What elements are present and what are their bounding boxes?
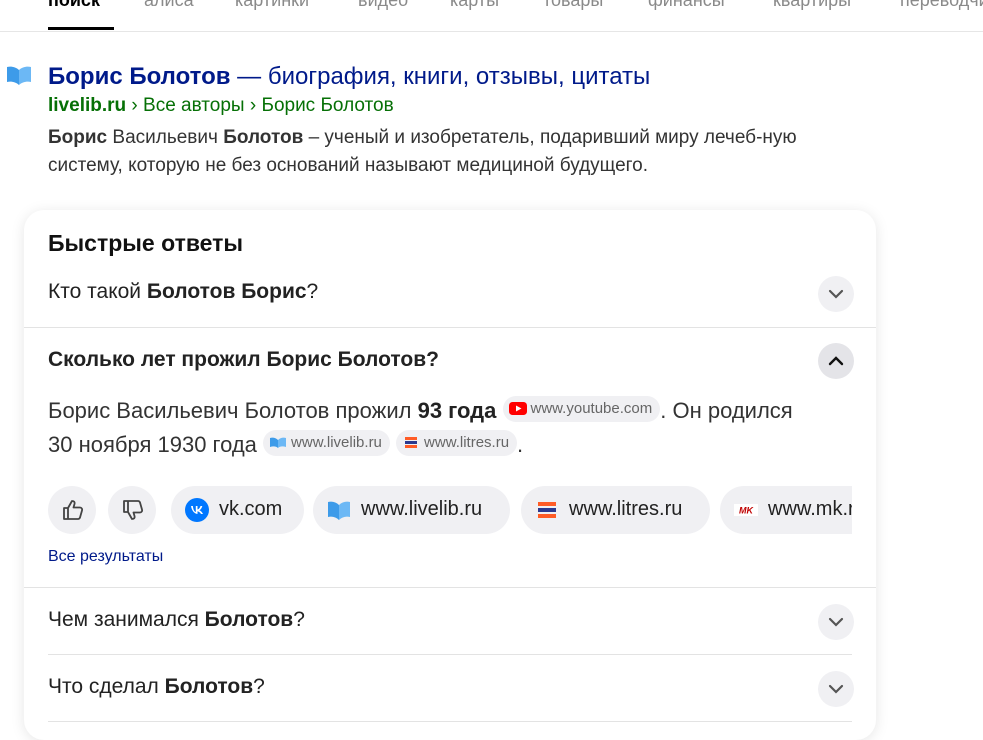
snippet-bold: Болотов <box>223 127 304 148</box>
tab-alice[interactable]: алиса <box>144 0 194 11</box>
livelib-favicon-icon <box>7 66 31 85</box>
chevron-down-icon <box>828 684 844 694</box>
chevron-down-icon <box>828 617 844 627</box>
source-chip-litres[interactable]: www.litres.ru <box>396 430 518 457</box>
expand-chevron-button[interactable] <box>818 276 854 312</box>
answer-part: Борис Васильевич Болотов прожил <box>48 398 418 423</box>
question-suffix: ? <box>306 280 319 303</box>
thumbs-down-icon <box>123 500 144 520</box>
question-what-did-he-do[interactable]: Чем занимался Болотов? <box>48 608 305 632</box>
livelib-icon <box>328 501 350 520</box>
chevron-up-icon <box>828 356 844 366</box>
source-pill-label: www.mk.ru <box>768 498 852 520</box>
result-snippet: Борис Васильевич Болотов – ученый и изоб… <box>48 124 848 180</box>
expand-chevron-button[interactable] <box>818 604 854 640</box>
crumb-author[interactable]: Борис Болотов <box>261 95 393 116</box>
question-bold: Болотов Борис <box>146 280 307 303</box>
question-text: Кто такой <box>48 280 147 303</box>
thumbs-up-icon <box>63 500 84 520</box>
source-chip-label: www.livelib.ru <box>291 434 382 452</box>
answer-text: Борис Васильевич Болотов прожил 93 года … <box>48 394 808 462</box>
svg-text:MK: MK <box>739 506 754 516</box>
livelib-icon <box>270 437 287 448</box>
crumb-separator: › <box>126 95 144 116</box>
question-how-long-lived[interactable]: Сколько лет прожил Борис Болотов? <box>48 348 439 372</box>
like-button[interactable] <box>48 486 96 534</box>
source-pill-livelib[interactable]: www.livelib.ru <box>313 486 510 534</box>
crumb-all-authors[interactable]: Все авторы <box>143 95 245 116</box>
question-text: Чем занимался <box>48 608 205 631</box>
answer-part: . <box>517 432 524 457</box>
question-text: Что сделал <box>48 675 165 698</box>
snippet-text: Васильевич <box>107 127 224 148</box>
tab-maps[interactable]: карты <box>450 0 499 11</box>
quick-answers-card: Быстрые ответы Кто такой Болотов Борис? … <box>24 210 876 740</box>
source-pill-mk[interactable]: MK www.mk.ru <box>720 486 852 534</box>
divider <box>48 654 852 655</box>
source-chip-label: www.youtube.com <box>530 400 653 418</box>
chevron-down-icon <box>828 289 844 299</box>
tab-realty[interactable]: квартиры <box>773 0 851 11</box>
source-pill-litres[interactable]: www.litres.ru <box>521 486 710 534</box>
quick-answers-title: Быстрые ответы <box>48 230 244 256</box>
question-bold: Болотов <box>204 608 294 631</box>
mk-logo-icon: MK <box>734 504 758 516</box>
source-pill-vk[interactable]: vk.com <box>171 486 304 534</box>
result-breadcrumb: livelib.ru › Все авторы › Борис Болотов <box>48 95 394 117</box>
result-title-rest: — биография, книги, отзывы, цитаты <box>230 63 651 90</box>
search-tabs: поиск алиса картинки видео карты товары … <box>0 0 983 32</box>
vk-icon <box>185 498 209 522</box>
answer-bold: 93 года <box>417 398 497 423</box>
source-pill-label: www.livelib.ru <box>361 498 483 520</box>
result-host-link[interactable]: livelib.ru <box>48 95 126 116</box>
all-results-link[interactable]: Все результаты <box>48 548 163 566</box>
question-what-made[interactable]: Что сделал Болотов? <box>48 675 265 699</box>
source-chip-livelib[interactable]: www.livelib.ru <box>263 430 390 457</box>
source-pill-label: www.litres.ru <box>569 498 683 520</box>
tab-finance[interactable]: финансы <box>648 0 725 11</box>
youtube-icon <box>508 401 527 415</box>
result-title-link[interactable]: Борис Болотов — биография, книги, отзывы… <box>48 63 650 91</box>
question-suffix: ? <box>293 608 305 631</box>
divider <box>24 327 876 328</box>
litres-icon <box>538 502 556 518</box>
source-pill-label: vk.com <box>219 498 283 520</box>
collapse-chevron-button[interactable] <box>818 343 854 379</box>
tab-video[interactable]: видео <box>358 0 408 11</box>
divider <box>24 587 876 588</box>
dislike-button[interactable] <box>108 486 156 534</box>
snippet-bold: Борис <box>48 127 108 148</box>
question-suffix: ? <box>253 675 265 698</box>
expand-chevron-button[interactable] <box>818 671 854 707</box>
tab-goods[interactable]: товары <box>543 0 603 11</box>
source-chip-label: www.litres.ru <box>424 434 510 452</box>
result-title-bold: Борис Болотов <box>48 63 231 90</box>
crumb-separator: › <box>244 95 262 116</box>
divider <box>48 721 852 722</box>
active-tab-underline <box>48 27 114 30</box>
source-chip-youtube[interactable]: www.youtube.com <box>502 396 661 423</box>
question-who-is[interactable]: Кто такой Болотов Борис? <box>48 280 318 304</box>
tab-images[interactable]: картинки <box>235 0 309 11</box>
answer-actions-row: vk.com www.livelib.ru www.litres.ru MK w… <box>48 486 852 534</box>
tab-search[interactable]: поиск <box>48 0 100 11</box>
question-bold: Болотов <box>164 675 254 698</box>
tab-translate[interactable]: переводчик <box>900 0 983 11</box>
litres-icon <box>405 436 418 448</box>
